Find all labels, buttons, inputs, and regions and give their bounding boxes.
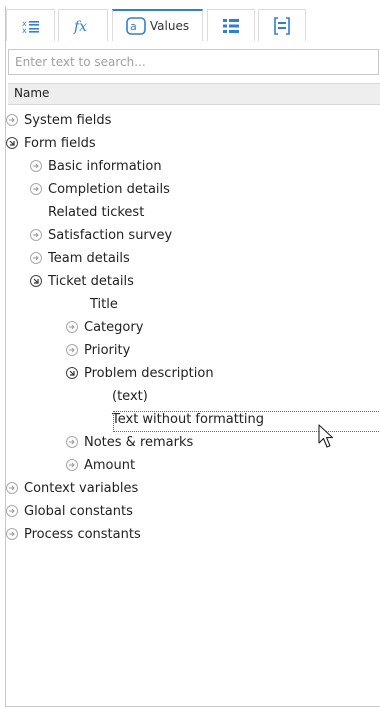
function-fx-icon: fx: [73, 18, 93, 34]
expand-arrow-icon[interactable]: [6, 114, 18, 126]
search-input[interactable]: [9, 50, 378, 74]
tree-item-priority[interactable]: Priority: [66, 339, 130, 361]
expand-arrow-icon[interactable]: [30, 160, 42, 172]
expand-arrow-icon[interactable]: [30, 252, 42, 264]
tree-item-text[interactable]: (text): [112, 385, 148, 407]
tab-fields[interactable]: x x: [6, 9, 55, 41]
svg-text:x: x: [22, 26, 27, 34]
tab-values-label: Values: [149, 19, 190, 33]
tree-item-satisfaction-survey[interactable]: Satisfaction survey: [30, 224, 172, 246]
tree-item-form-fields[interactable]: Form fields: [6, 132, 96, 154]
tree-item-basic-information[interactable]: Basic information: [30, 155, 162, 177]
expand-arrow-icon[interactable]: [66, 436, 78, 448]
collapse-arrow-icon[interactable]: [30, 275, 42, 287]
collapse-arrow-icon[interactable]: [66, 367, 78, 379]
panel: x x fx a Values Enter text to search... …: [5, 6, 380, 707]
column-header-name: Name: [14, 86, 50, 100]
mouse-pointer-icon: [318, 424, 338, 454]
tree-item-ticket-details[interactable]: Ticket details: [30, 270, 134, 292]
tab-list[interactable]: [207, 9, 255, 41]
selection-focus-box: [113, 411, 380, 432]
tree-item-team-details[interactable]: Team details: [30, 247, 130, 269]
svg-text:a: a: [130, 20, 137, 33]
expand-arrow-icon[interactable]: [6, 528, 18, 540]
fields-list-icon: x x: [22, 18, 40, 34]
tab-bar: x x fx a Values: [6, 6, 380, 42]
expand-arrow-icon[interactable]: [66, 344, 78, 356]
values-at-icon: a: [126, 17, 146, 35]
expand-arrow-icon[interactable]: [6, 505, 18, 517]
tree-item-title[interactable]: Title: [90, 293, 118, 315]
tree-item-context-variables[interactable]: Context variables: [6, 477, 138, 499]
bracket-list-icon: [274, 16, 290, 35]
expand-arrow-icon[interactable]: [30, 183, 42, 195]
tree-item-system-fields[interactable]: System fields: [6, 109, 111, 131]
tree-item-related-tickest[interactable]: Related tickest: [48, 201, 144, 223]
tab-brackets[interactable]: [258, 9, 306, 41]
tree-item-process-constants[interactable]: Process constants: [6, 523, 141, 545]
tree-item-category[interactable]: Category: [66, 316, 143, 338]
expand-arrow-icon[interactable]: [66, 459, 78, 471]
tree-item-amount[interactable]: Amount: [66, 454, 135, 476]
column-header[interactable]: Name: [8, 83, 380, 105]
search-box: [8, 49, 379, 75]
expand-arrow-icon[interactable]: [6, 482, 18, 494]
tree-item-global-constants[interactable]: Global constants: [6, 500, 133, 522]
tree-item-completion-details[interactable]: Completion details: [30, 178, 170, 200]
tree-item-problem-description[interactable]: Problem description: [66, 362, 214, 384]
svg-text:fx: fx: [73, 19, 87, 34]
expand-arrow-icon[interactable]: [30, 229, 42, 241]
tree-item-notes-remarks[interactable]: Notes & remarks: [66, 431, 193, 453]
numbered-list-icon: [223, 18, 239, 34]
collapse-arrow-icon[interactable]: [6, 137, 18, 149]
tab-functions[interactable]: fx: [58, 9, 108, 41]
expand-arrow-icon[interactable]: [66, 321, 78, 333]
tab-values[interactable]: a Values: [112, 9, 203, 41]
